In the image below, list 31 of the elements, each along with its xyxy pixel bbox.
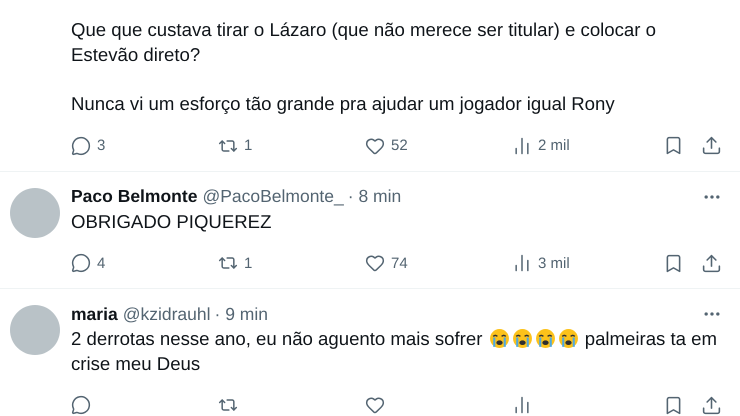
repost-count: 1	[244, 137, 252, 154]
crying-face-icon	[488, 328, 510, 349]
reply-icon[interactable]	[71, 136, 91, 156]
reply-icon[interactable]	[71, 253, 91, 273]
author-handle[interactable]: @kzidrauhl	[122, 304, 211, 324]
heart-icon[interactable]	[365, 136, 385, 156]
like-count: 52	[391, 137, 408, 154]
like-count: 74	[391, 254, 408, 272]
view-count: 2 mil	[538, 137, 570, 154]
share-icon[interactable]	[701, 394, 722, 416]
author-handle[interactable]: @PacoBelmonte_	[202, 186, 344, 207]
crying-face-icon	[534, 328, 556, 349]
tweet-text: 2 derrotas nesse ano, eu não aguento mais sofrer palmeiras ta em crise meu Deus	[71, 327, 718, 376]
reply-count: 3	[97, 137, 106, 154]
tweet-text: Nunca vi um esforço tão grande pra ajudar um jogador igual Rony	[71, 92, 616, 116]
repost-count: 1	[244, 254, 252, 272]
share-icon[interactable]	[701, 135, 722, 156]
crying-face-icon	[558, 328, 579, 349]
crying-face-icon	[512, 328, 533, 349]
post-time: · 8 min	[348, 186, 402, 207]
post-time: · 9 min	[214, 304, 268, 324]
reply-count: 4	[97, 254, 106, 272]
tweet-text: OBRIGADO PIQUEREZ	[71, 210, 272, 234]
share-icon[interactable]	[701, 252, 722, 274]
reply-icon[interactable]	[71, 395, 91, 415]
author-name[interactable]: maria	[71, 304, 118, 324]
heart-icon[interactable]	[365, 253, 385, 273]
tweet-text: Que que custava tirar o Lázaro (que não merece ser titular) e colocar o Estevão direto?	[71, 18, 657, 66]
view-count: 3 mil	[538, 254, 570, 272]
author-name[interactable]: Paco Belmonte	[71, 186, 198, 207]
heart-icon[interactable]	[365, 395, 385, 415]
